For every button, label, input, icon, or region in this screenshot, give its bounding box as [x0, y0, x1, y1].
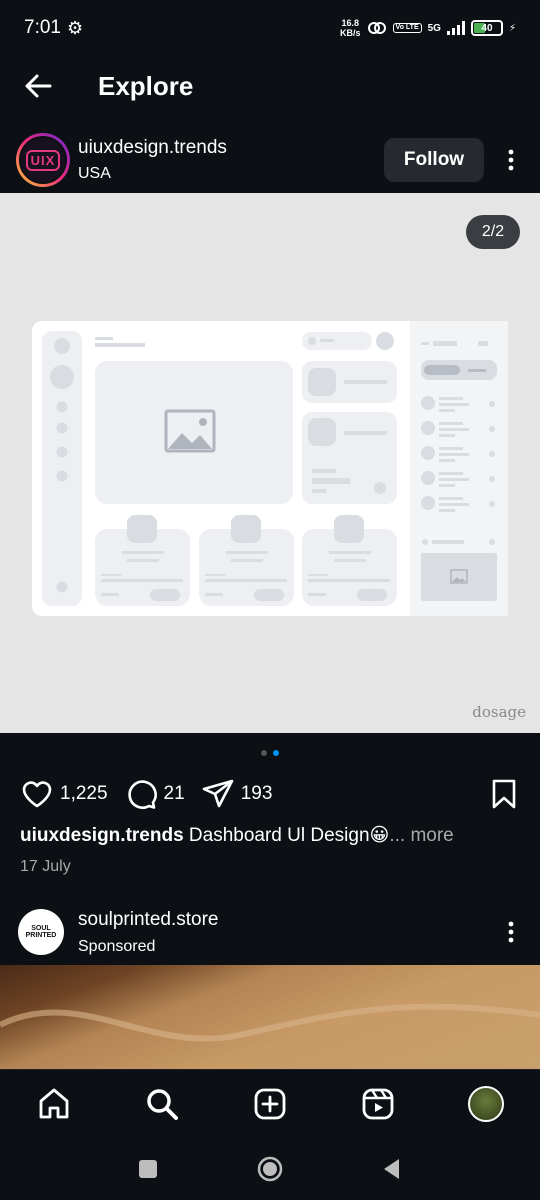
bottom-navigation — [0, 1069, 540, 1137]
arrow-left-icon[interactable] — [22, 70, 54, 102]
share-action[interactable]: 193 — [201, 777, 273, 811]
post-image[interactable]: 2/2 dosage — [0, 193, 540, 733]
page-counter: 2/2 — [466, 215, 520, 249]
comment-icon[interactable] — [124, 777, 158, 811]
signal-icon — [446, 21, 465, 35]
post-location[interactable]: USA — [78, 165, 227, 183]
status-indicators: 16.8 KB/s Vo LTE 5G 40 ⚡ — [340, 18, 516, 38]
caption-more-link[interactable]: ... more — [389, 825, 453, 846]
back-button-icon[interactable] — [379, 1156, 405, 1182]
post-caption: uiuxdesign.trends Dashboard Ul Design😀..… — [20, 824, 454, 847]
caption-username[interactable]: uiuxdesign.trends — [20, 825, 184, 846]
volte-badge: Vo LTE — [392, 23, 422, 33]
author-avatar[interactable]: UIX — [16, 133, 70, 187]
sponsored-label: Sponsored — [78, 937, 156, 955]
heart-icon[interactable] — [20, 777, 54, 811]
profile-avatar[interactable] — [468, 1085, 504, 1122]
post-actions: 1,225 21 193 — [20, 776, 520, 812]
network-speed: 16.8 KB/s — [340, 18, 361, 38]
reels-icon[interactable] — [360, 1086, 396, 1122]
network-type: 5G — [427, 22, 441, 34]
sponsored-image[interactable] — [0, 965, 540, 1069]
status-time: 7:01 — [24, 17, 61, 38]
carousel-dot — [261, 750, 267, 756]
dashboard-illustration — [32, 321, 508, 616]
share-count[interactable]: 193 — [241, 783, 273, 805]
uix-logo: UIX — [25, 149, 61, 171]
comment-action[interactable]: 21 — [124, 777, 185, 811]
status-bar: 7:01 ⚙ 16.8 KB/s Vo LTE 5G 40 ⚡ — [0, 0, 540, 56]
create-icon[interactable] — [252, 1086, 288, 1122]
charging-icon: ⚡ — [508, 22, 516, 34]
sponsor-username[interactable]: soulprinted.store — [78, 909, 218, 931]
battery-icon: 40 — [470, 20, 503, 36]
post-author-row: UIX uiuxdesign.trends USA Follow — [0, 128, 540, 192]
like-action[interactable]: 1,225 — [20, 777, 108, 811]
caption-text: Dashboard Ul Design😀 — [183, 825, 390, 846]
like-count[interactable]: 1,225 — [60, 783, 108, 805]
author-username[interactable]: uiuxdesign.trends — [78, 137, 227, 159]
home-icon[interactable] — [36, 1086, 72, 1122]
recent-apps-icon[interactable] — [135, 1156, 161, 1182]
more-options-icon[interactable] — [498, 147, 524, 173]
sponsored-image-texture — [0, 1003, 540, 1042]
carousel-indicator — [0, 750, 540, 756]
watermark-text: dosage — [472, 703, 526, 721]
settings-gear-icon: ⚙ — [66, 17, 84, 38]
search-icon[interactable] — [144, 1086, 180, 1122]
sponsored-post-header: SOUL PRINTED soulprinted.store Sponsored — [0, 902, 540, 962]
comment-count[interactable]: 21 — [164, 783, 185, 805]
carousel-dot-active — [273, 750, 279, 756]
home-button-icon[interactable] — [257, 1156, 283, 1182]
system-navigation — [0, 1137, 540, 1200]
sponsor-avatar[interactable]: SOUL PRINTED — [18, 909, 64, 955]
header: Explore — [0, 56, 540, 116]
hotspot-link-icon — [367, 22, 386, 34]
bookmark-icon[interactable] — [488, 778, 520, 810]
more-options-icon[interactable] — [498, 919, 524, 945]
dashboard-wireframe — [42, 321, 508, 616]
post-date: 17 July — [20, 858, 71, 875]
follow-button[interactable]: Follow — [384, 138, 484, 182]
send-icon[interactable] — [201, 777, 235, 811]
page-title: Explore — [98, 70, 194, 101]
